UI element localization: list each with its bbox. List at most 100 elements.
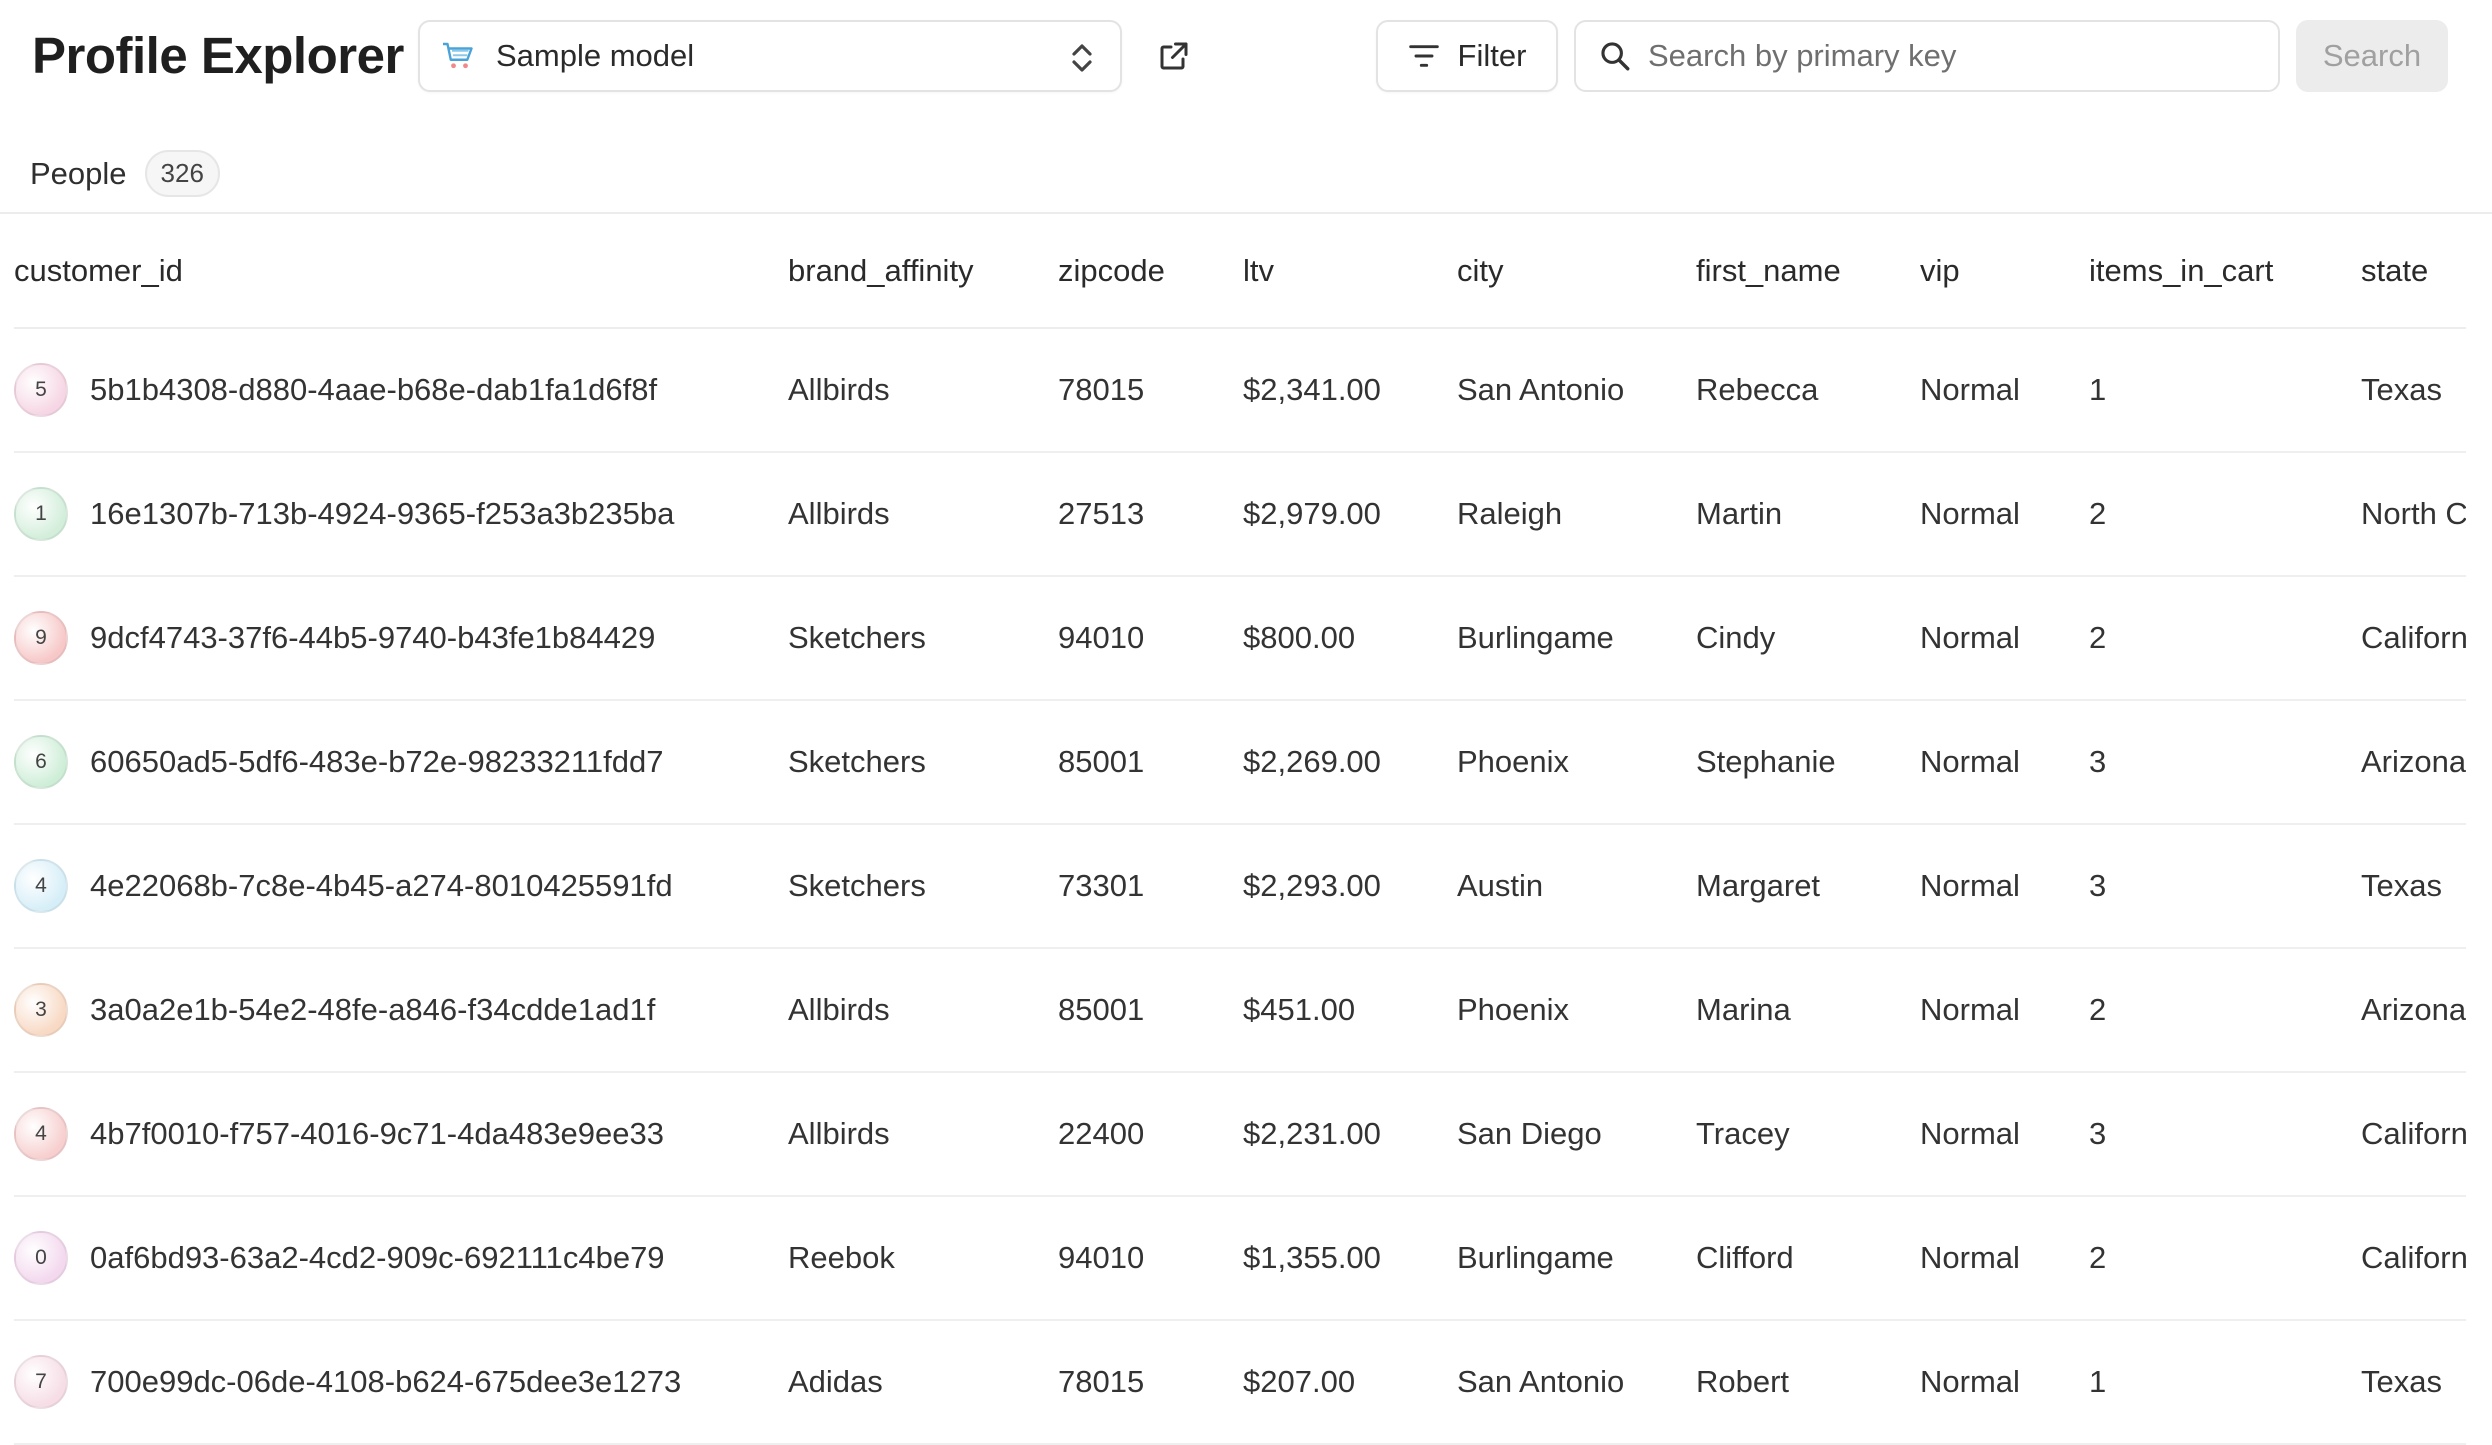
table-cell-brand-affinity: Allbirds bbox=[788, 328, 1058, 453]
table-cell-brand-affinity: Allbirds bbox=[788, 452, 1058, 577]
column-header[interactable]: zipcode bbox=[1058, 214, 1243, 329]
table-cell-items-in-cart: 1 bbox=[2089, 328, 2361, 453]
table-cell-city: Phoenix bbox=[1457, 948, 1696, 1073]
table-cell-brand-affinity: Reebok bbox=[788, 1196, 1058, 1321]
customer-id-wrapper: 7 700e99dc-06de-4108-b624-675dee3e1273 bbox=[14, 1355, 788, 1409]
table-cell-brand-affinity: Allbirds bbox=[788, 1072, 1058, 1197]
column-header[interactable]: items_in_cart bbox=[2089, 214, 2361, 329]
column-header[interactable]: vip bbox=[1920, 214, 2089, 329]
table-row[interactable]: 5 5b1b4308-d880-4aae-b68e-dab1fa1d6f8f All… bbox=[14, 328, 2466, 453]
table-cell-city: Burlingame bbox=[1457, 576, 1696, 701]
shopping-cart-icon bbox=[443, 42, 473, 69]
table-cell-vip: Normal bbox=[1920, 328, 2089, 453]
avatar: 6 bbox=[14, 735, 68, 789]
table-row[interactable]: 4 4b7f0010-f757-4016-9c71-4da483e9ee33 All… bbox=[14, 1072, 2466, 1197]
page-title: Profile Explorer bbox=[32, 27, 404, 84]
filter-icon bbox=[1408, 45, 1439, 67]
column-header[interactable]: city bbox=[1457, 214, 1696, 329]
table-cell-brand-affinity: Sketchers bbox=[788, 700, 1058, 825]
table-cell-first-name: Stephanie bbox=[1696, 700, 1920, 825]
customer-id-wrapper: 4 4b7f0010-f757-4016-9c71-4da483e9ee33 bbox=[14, 1107, 788, 1161]
search-icon bbox=[1601, 42, 1630, 71]
top-toolbar: Profile Explorer Sample model Filter Sea… bbox=[0, 0, 2492, 120]
customer-id-text: 700e99dc-06de-4108-b624-675dee3e1273 bbox=[90, 1364, 682, 1399]
customer-id-text: 60650ad5-5df6-483e-b72e-98233211fdd7 bbox=[90, 744, 664, 779]
table-cell-city: Phoenix bbox=[1457, 700, 1696, 825]
table-cell-vip: Normal bbox=[1920, 700, 2089, 825]
table-cell-first-name: Tracey bbox=[1696, 1072, 1920, 1197]
filter-button[interactable]: Filter bbox=[1376, 20, 1558, 92]
table-cell-state: Californ bbox=[2361, 576, 2466, 701]
table-cell-ltv: $1,355.00 bbox=[1243, 1196, 1457, 1321]
customer-id-wrapper: 1 16e1307b-713b-4924-9365-f253a3b235ba bbox=[14, 487, 788, 541]
table-cell-items-in-cart: 3 bbox=[2089, 1072, 2361, 1197]
customer-id-text: 5b1b4308-d880-4aae-b68e-dab1fa1d6f8f bbox=[90, 372, 658, 407]
customer-id-cell: 9 9dcf4743-37f6-44b5-9740-b43fe1b84429 bbox=[14, 576, 788, 701]
table-cell-brand-affinity: Adidas bbox=[788, 1320, 1058, 1445]
table-cell-ltv: $2,269.00 bbox=[1243, 700, 1457, 825]
table-cell-city: Raleigh bbox=[1457, 452, 1696, 577]
table-row[interactable]: 9 9dcf4743-37f6-44b5-9740-b43fe1b84429 Ske… bbox=[14, 576, 2466, 701]
table-cell-city: San Antonio bbox=[1457, 328, 1696, 453]
table-cell-vip: Normal bbox=[1920, 1320, 2089, 1445]
table-row[interactable]: 0 0af6bd93-63a2-4cd2-909c-692111c4be79 Ree… bbox=[14, 1196, 2466, 1321]
table-cell-city: San Antonio bbox=[1457, 1320, 1696, 1445]
table-cell-vip: Normal bbox=[1920, 1072, 2089, 1197]
search-button[interactable]: Search bbox=[2296, 20, 2448, 92]
table-cell-ltv: $2,231.00 bbox=[1243, 1072, 1457, 1197]
table-row[interactable]: 3 3a0a2e1b-54e2-48fe-a846-f34cdde1ad1f All… bbox=[14, 948, 2466, 1073]
table-cell-state: Californ bbox=[2361, 1196, 2466, 1321]
customer-id-text: 4e22068b-7c8e-4b45-a274-8010425591fd bbox=[90, 868, 673, 903]
search-box[interactable] bbox=[1574, 20, 2280, 92]
table-cell-zipcode: 94010 bbox=[1058, 576, 1243, 701]
table-cell-city: San Diego bbox=[1457, 1072, 1696, 1197]
table-cell-zipcode: 94010 bbox=[1058, 1196, 1243, 1321]
customer-id-text: 3a0a2e1b-54e2-48fe-a846-f34cdde1ad1f bbox=[90, 992, 656, 1027]
avatar: 5 bbox=[14, 363, 68, 417]
model-select[interactable]: Sample model bbox=[418, 20, 1122, 92]
chevron-up-down-icon bbox=[1072, 44, 1092, 72]
table-cell-zipcode: 85001 bbox=[1058, 948, 1243, 1073]
avatar: 0 bbox=[14, 1231, 68, 1285]
column-header[interactable]: first_name bbox=[1696, 214, 1920, 329]
customer-id-cell: 4 4e22068b-7c8e-4b45-a274-8010425591fd bbox=[14, 824, 788, 949]
column-header[interactable]: state bbox=[2361, 214, 2466, 329]
profiles-table: customer_id brand_affinity zipcode ltv c… bbox=[14, 214, 2466, 1445]
people-count-badge: 326 bbox=[144, 150, 220, 197]
table-cell-ltv: $800.00 bbox=[1243, 576, 1457, 701]
external-link-icon[interactable] bbox=[1156, 38, 1192, 74]
avatar: 7 bbox=[14, 1355, 68, 1409]
model-select-value: Sample model bbox=[496, 38, 695, 73]
table-row[interactable]: 7 700e99dc-06de-4108-b624-675dee3e1273 Adi… bbox=[14, 1320, 2466, 1445]
avatar: 4 bbox=[14, 1107, 68, 1161]
table-row[interactable]: 4 4e22068b-7c8e-4b45-a274-8010425591fd Ske… bbox=[14, 824, 2466, 949]
table-cell-zipcode: 78015 bbox=[1058, 1320, 1243, 1445]
column-header[interactable]: customer_id bbox=[14, 214, 788, 329]
tab-bar: People 326 bbox=[0, 140, 2492, 214]
table-cell-state: Texas bbox=[2361, 328, 2466, 453]
column-header[interactable]: brand_affinity bbox=[788, 214, 1058, 329]
table-cell-zipcode: 22400 bbox=[1058, 1072, 1243, 1197]
tab-people[interactable]: People 326 bbox=[30, 150, 220, 197]
search-input[interactable] bbox=[1648, 38, 2248, 74]
customer-id-wrapper: 0 0af6bd93-63a2-4cd2-909c-692111c4be79 bbox=[14, 1231, 788, 1285]
table-cell-items-in-cart: 2 bbox=[2089, 452, 2361, 577]
table-cell-brand-affinity: Sketchers bbox=[788, 576, 1058, 701]
table-cell-zipcode: 73301 bbox=[1058, 824, 1243, 949]
customer-id-text: 9dcf4743-37f6-44b5-9740-b43fe1b84429 bbox=[90, 620, 656, 655]
table-cell-ltv: $2,979.00 bbox=[1243, 452, 1457, 577]
tab-people-label: People bbox=[30, 155, 127, 191]
customer-id-wrapper: 4 4e22068b-7c8e-4b45-a274-8010425591fd bbox=[14, 859, 788, 913]
table-cell-zipcode: 85001 bbox=[1058, 700, 1243, 825]
table-cell-city: Burlingame bbox=[1457, 1196, 1696, 1321]
table-row[interactable]: 6 60650ad5-5df6-483e-b72e-98233211fdd7 Ske… bbox=[14, 700, 2466, 825]
customer-id-wrapper: 5 5b1b4308-d880-4aae-b68e-dab1fa1d6f8f bbox=[14, 363, 788, 417]
table-cell-brand-affinity: Sketchers bbox=[788, 824, 1058, 949]
column-header[interactable]: ltv bbox=[1243, 214, 1457, 329]
customer-id-cell: 3 3a0a2e1b-54e2-48fe-a846-f34cdde1ad1f bbox=[14, 948, 788, 1073]
table-cell-items-in-cart: 3 bbox=[2089, 700, 2361, 825]
filter-label: Filter bbox=[1457, 38, 1527, 73]
table-cell-vip: Normal bbox=[1920, 824, 2089, 949]
table-row[interactable]: 1 16e1307b-713b-4924-9365-f253a3b235ba All… bbox=[14, 452, 2466, 577]
table-cell-brand-affinity: Allbirds bbox=[788, 948, 1058, 1073]
